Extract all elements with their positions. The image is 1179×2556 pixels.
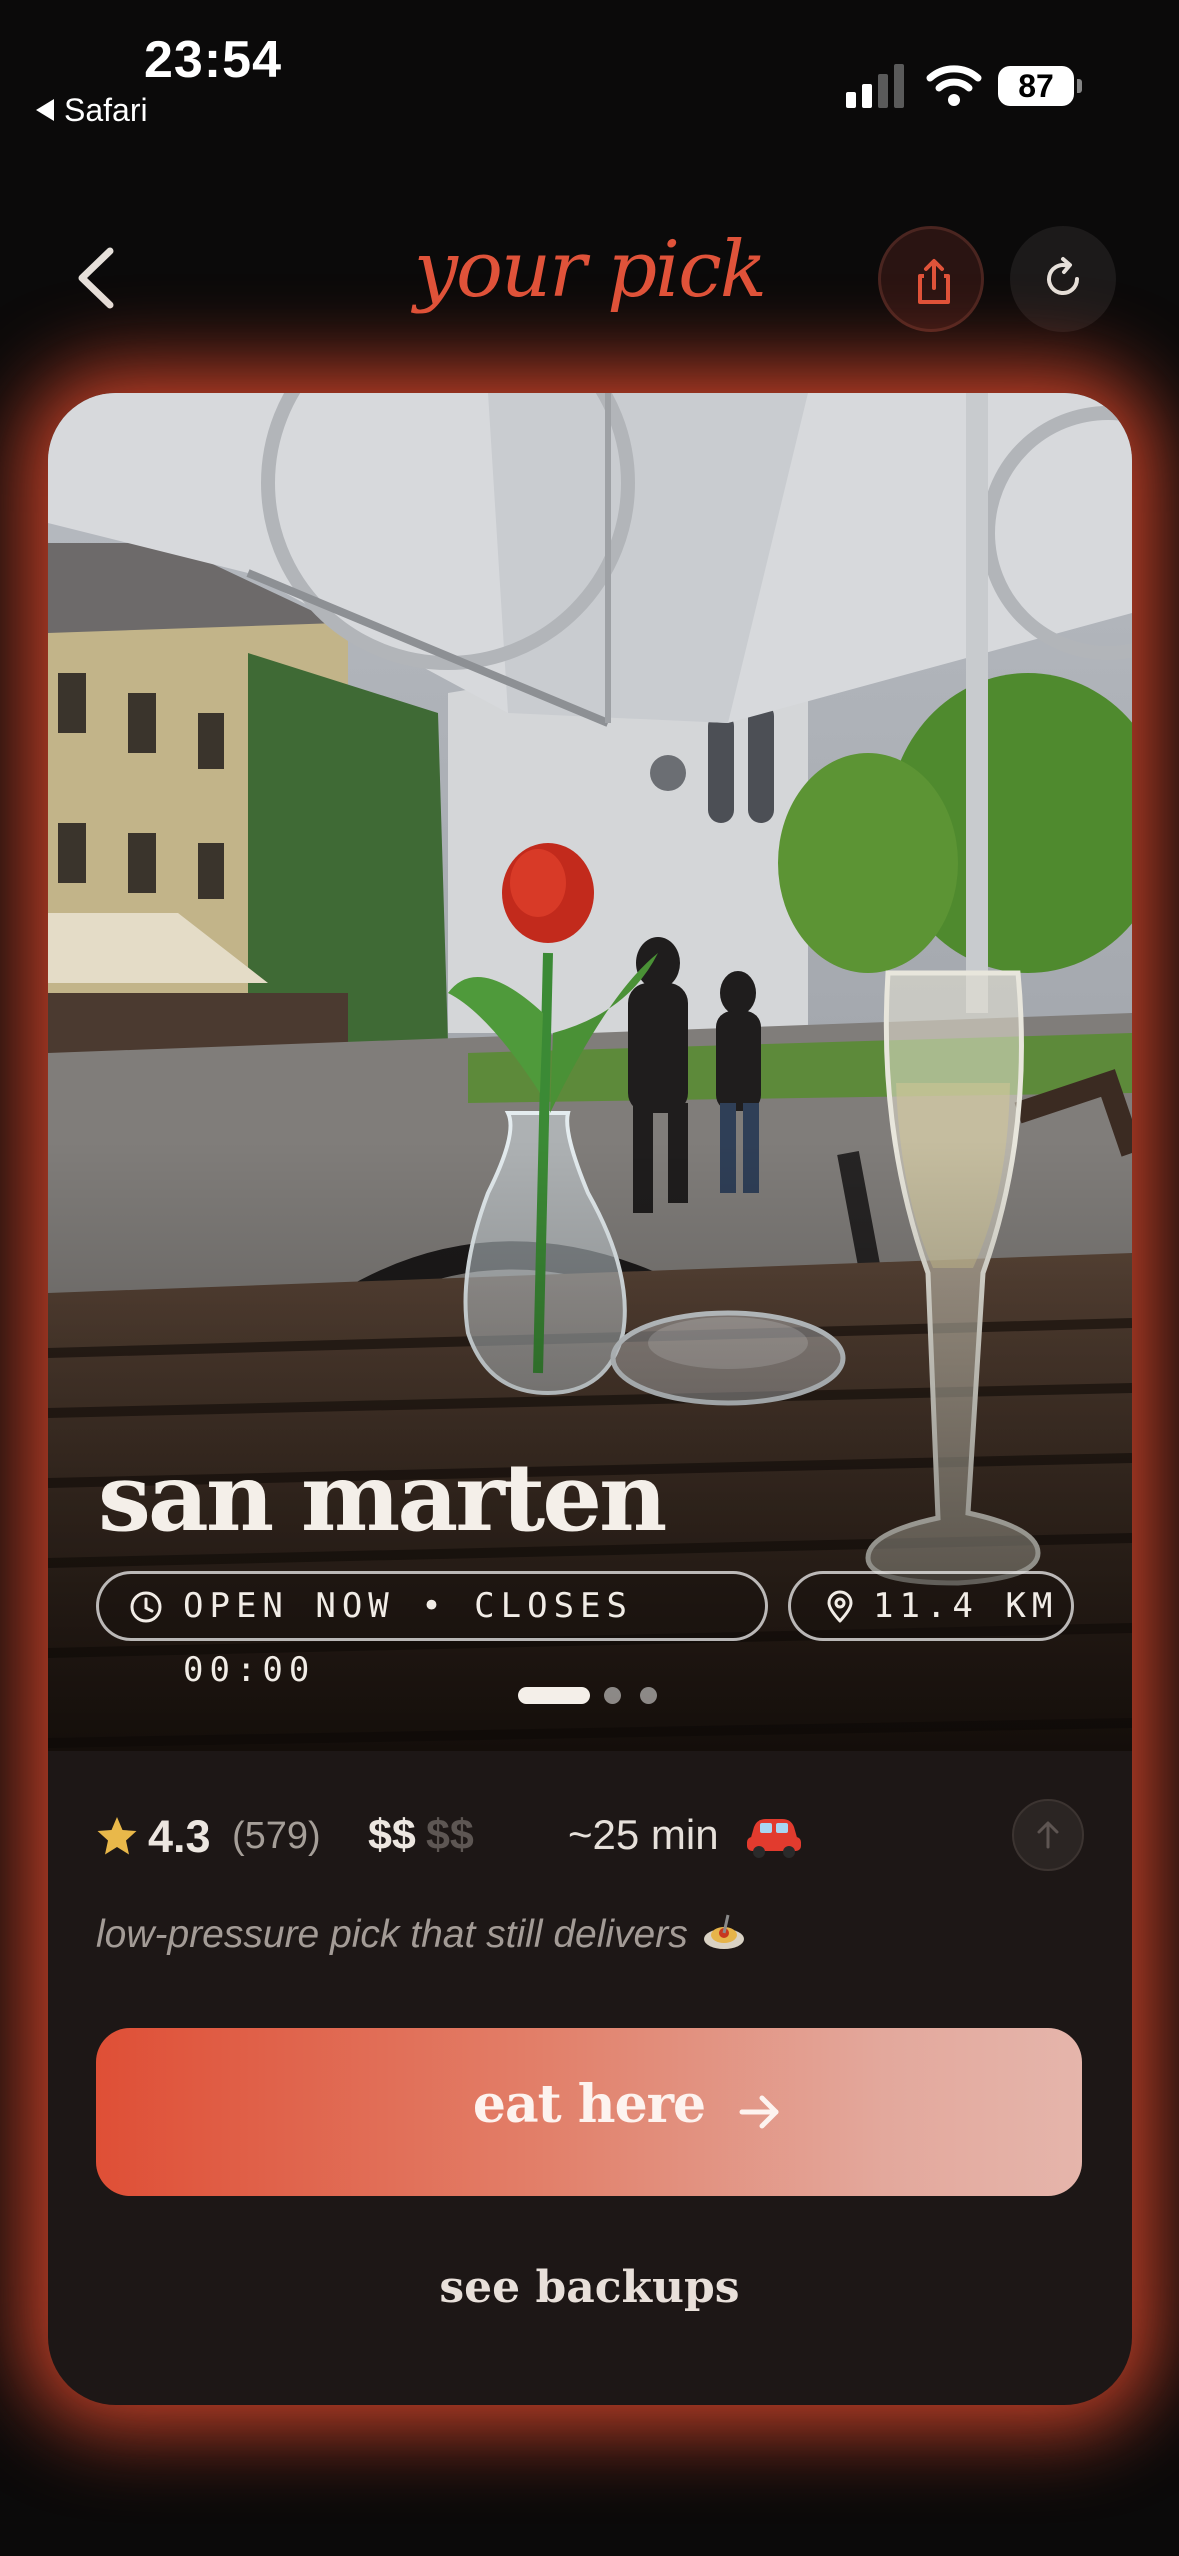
pager-dot[interactable]	[604, 1687, 621, 1704]
hours-pill: OPEN NOW • CLOSES 00:00	[96, 1571, 768, 1690]
spaghetti-icon	[703, 1914, 744, 1949]
star-icon	[97, 1817, 137, 1855]
battery-indicator: 87	[998, 66, 1082, 106]
restaurant-photo[interactable]: san marten OPEN NOW • CLOSES 00:00 11.4 …	[48, 393, 1132, 1751]
photo-pager[interactable]	[518, 1687, 678, 1705]
stats-row: 4.3 (579) $$ $$ ~25 min	[96, 1811, 996, 1871]
eat-here-label: eat here	[472, 2074, 706, 2135]
distance-pill: 11.4 KM	[788, 1571, 1074, 1641]
clock-icon	[130, 1591, 162, 1623]
back-triangle-icon	[36, 98, 54, 121]
status-time: 23:54	[144, 31, 282, 89]
back-to-safari[interactable]: Safari	[36, 92, 148, 129]
wifi-icon	[926, 65, 982, 106]
location-pin-icon	[827, 1590, 853, 1623]
rating-value: 4.3	[148, 1811, 211, 1862]
pager-dot[interactable]	[640, 1687, 657, 1704]
share-icon	[918, 259, 950, 304]
tagline-text: low-pressure pick that still delivers	[96, 1913, 688, 1956]
status-bar: 23:54 Safari 87	[0, 0, 1179, 150]
restaurant-name: san marten	[98, 1443, 667, 1553]
distance-text: 11.4 KM	[873, 1586, 1059, 1626]
car-icon	[747, 1819, 801, 1858]
refresh-icon	[1047, 257, 1079, 295]
price-level-inactive: $$	[426, 1811, 474, 1859]
arrow-right-icon	[739, 2095, 779, 2129]
pager-dot-active[interactable]	[518, 1687, 590, 1704]
page-title: your pick	[413, 225, 767, 315]
share-button[interactable]	[878, 226, 984, 332]
eat-here-button[interactable]: eat here	[96, 2028, 1082, 2196]
travel-time: ~25 min	[568, 1811, 719, 1858]
back-app-label: Safari	[64, 92, 148, 128]
review-count: (579)	[232, 1815, 321, 1857]
refresh-button[interactable]	[1010, 226, 1116, 332]
cellular-signal-icon	[846, 64, 904, 108]
price-level-active: $$	[368, 1811, 416, 1859]
tagline: low-pressure pick that still delivers	[96, 1913, 746, 1957]
arrow-up-icon	[1037, 1821, 1059, 1849]
see-backups-link[interactable]: see backups	[0, 2262, 1179, 2313]
scroll-up-button[interactable]	[1012, 1799, 1084, 1871]
